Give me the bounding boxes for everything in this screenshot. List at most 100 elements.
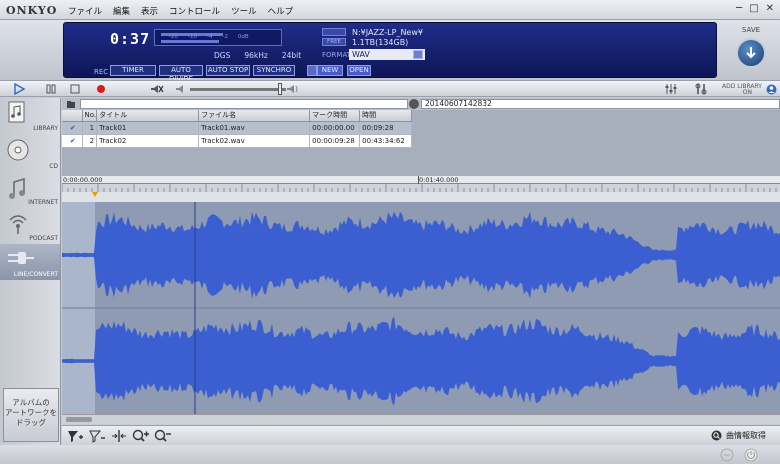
zoom-in-icon[interactable] — [132, 429, 150, 443]
menu-file[interactable]: ファイル — [68, 5, 102, 17]
col-title[interactable]: タイトル — [96, 110, 200, 122]
menu-tools[interactable]: ツール — [231, 5, 257, 17]
add-library-toggle[interactable]: ADD LIBRARY ON — [722, 84, 762, 96]
sidebar-item-internet[interactable]: INTERNET — [0, 172, 60, 208]
free-label: FREE — [322, 38, 346, 46]
recording-path-bar: 20140607142832 — [62, 98, 780, 110]
meter-tick: -2 — [222, 34, 228, 40]
volume-low-icon — [176, 85, 183, 93]
volume-slider-thumb[interactable] — [278, 83, 282, 95]
folder-small-icon — [67, 101, 75, 108]
settings-tools-icon[interactable] — [694, 83, 708, 95]
track-checkbox[interactable]: ✔ — [62, 134, 83, 148]
col-duration[interactable]: 時間 — [359, 110, 413, 122]
track-no: 1 — [82, 121, 98, 135]
track-filename[interactable]: Track02.wav — [198, 134, 311, 148]
track-filename[interactable]: Track01.wav — [198, 121, 311, 135]
user-icon[interactable] — [766, 84, 777, 95]
destination-folder: N:¥JAZZ-LP_New¥ — [352, 27, 423, 37]
save-arrow-icon — [746, 47, 756, 59]
meter-tick: 0dB — [237, 34, 249, 40]
add-marker-icon[interactable] — [66, 429, 84, 443]
sidebar-item-cd[interactable]: CD — [0, 136, 60, 172]
table-row[interactable]: ✔ 2 Track02 Track02.wav 00:00:09:28 00:4… — [62, 134, 413, 148]
auto-stop-button[interactable]: AUTO STOP — [206, 65, 250, 76]
timer-button[interactable]: TIMER — [110, 65, 156, 76]
track-title[interactable]: Track01 — [96, 121, 200, 135]
marker-row[interactable] — [62, 192, 780, 202]
lcd-display: 0:37 -20 -10 -4 -2 0dB N:¥JAZZ-LP_New¥ F… — [63, 22, 717, 83]
add-library-label: ADD LIBRARY — [722, 83, 762, 90]
col-filename[interactable]: ファイル名 — [198, 110, 311, 122]
window-controls: ─ □ ✕ — [736, 3, 774, 14]
waveform-view[interactable] — [62, 202, 780, 414]
transport-bar: ADD LIBRARY ON — [0, 80, 780, 97]
internet-icon — [9, 177, 25, 199]
synchro-button[interactable]: SYNCHRO — [253, 65, 295, 76]
track-marker[interactable] — [92, 192, 98, 197]
sidebar-item-library[interactable]: LIBRARY — [0, 98, 60, 134]
track-checkbox[interactable]: ✔ — [62, 121, 83, 135]
open-button[interactable]: OPEN — [347, 65, 371, 76]
artwork-drop-text: アルバムの — [12, 398, 50, 407]
minimize-icon[interactable]: ─ — [736, 3, 742, 14]
col-mark-time[interactable]: マーク時間 — [309, 110, 361, 122]
scrollbar-thumb[interactable] — [66, 417, 92, 422]
power-icon[interactable] — [744, 448, 758, 462]
horizontal-scrollbar[interactable] — [62, 414, 780, 424]
search-icon — [711, 430, 722, 441]
artwork-drop-zone[interactable]: アルバムの アートワークを ドラッグ — [3, 388, 59, 442]
sidebar-item-label: INTERNET — [28, 199, 58, 206]
timeline-ticks — [62, 184, 780, 192]
timeline-ruler[interactable]: 0:00:00.000 0:01:40.000 — [62, 176, 780, 184]
title-bar: ONKYO ファイル 編集 表示 コントロール ツール ヘルプ ─ □ ✕ — [0, 0, 780, 20]
equalizer-icon[interactable] — [664, 83, 678, 95]
auto-divide-button[interactable]: AUTO DIVIDE — [159, 65, 203, 83]
checkbox-icon[interactable] — [307, 65, 317, 76]
meter-tick: -4 — [206, 34, 213, 40]
menu-help[interactable]: ヘルプ — [268, 5, 294, 17]
recording-date-field[interactable]: 20140607142832 — [421, 99, 780, 109]
get-track-info-label: 曲情報取得 — [726, 431, 766, 440]
status-bar — [0, 445, 780, 464]
rec-label: REC — [94, 68, 109, 76]
format-info: DGS 96kHz 24bit — [214, 51, 301, 60]
save-button[interactable] — [736, 38, 766, 68]
split-icon[interactable] — [110, 429, 128, 443]
track-title[interactable]: Track02 — [96, 134, 200, 148]
remove-marker-icon[interactable] — [88, 429, 106, 443]
get-track-info-button[interactable]: 曲情報取得 — [711, 430, 766, 441]
meter-tick: -20 — [169, 34, 178, 40]
sidebar-item-podcast[interactable]: PODCAST — [0, 208, 60, 244]
play-icon[interactable] — [12, 83, 26, 95]
level-meter-right — [161, 40, 219, 43]
sidebar-item-label: LINE/CONVERT — [13, 271, 58, 278]
waveform-toolbar: 曲情報取得 — [62, 425, 780, 445]
record-icon[interactable] — [94, 83, 108, 95]
close-icon[interactable]: ✕ — [766, 3, 774, 14]
new-button[interactable]: NEW — [317, 65, 343, 76]
menu-edit[interactable]: 編集 — [113, 5, 130, 17]
zoom-out-icon[interactable] — [154, 429, 172, 443]
mute-icon[interactable] — [150, 83, 164, 95]
maximize-icon[interactable]: □ — [749, 3, 758, 14]
podcast-icon — [9, 215, 27, 234]
format-settings-icon[interactable] — [413, 50, 423, 59]
timeline-mid: 0:01:40.000 — [419, 176, 459, 184]
table-row[interactable]: ✔ 1 Track01 Track01.wav 00:00:00.00 00:0… — [62, 121, 413, 135]
col-check — [62, 110, 83, 122]
menu-view[interactable]: 表示 — [141, 5, 158, 17]
menu-control[interactable]: コントロール — [169, 5, 220, 17]
artwork-drop-text: アートワークを — [4, 408, 58, 417]
volume-slider[interactable] — [190, 88, 286, 91]
sidebar-item-line-convert[interactable]: LINE/CONVERT — [0, 244, 60, 280]
disk-free: 1.1TB(134GB) — [352, 37, 409, 47]
folder-icon[interactable] — [322, 28, 346, 36]
sidebar-item-label: CD — [49, 163, 58, 170]
dsp-icon[interactable] — [720, 448, 734, 462]
library-icon — [8, 101, 25, 123]
col-no[interactable]: No. — [82, 110, 98, 122]
folder-name-field[interactable] — [80, 99, 408, 109]
stop-icon[interactable] — [68, 83, 82, 95]
pause-icon[interactable] — [44, 83, 58, 95]
